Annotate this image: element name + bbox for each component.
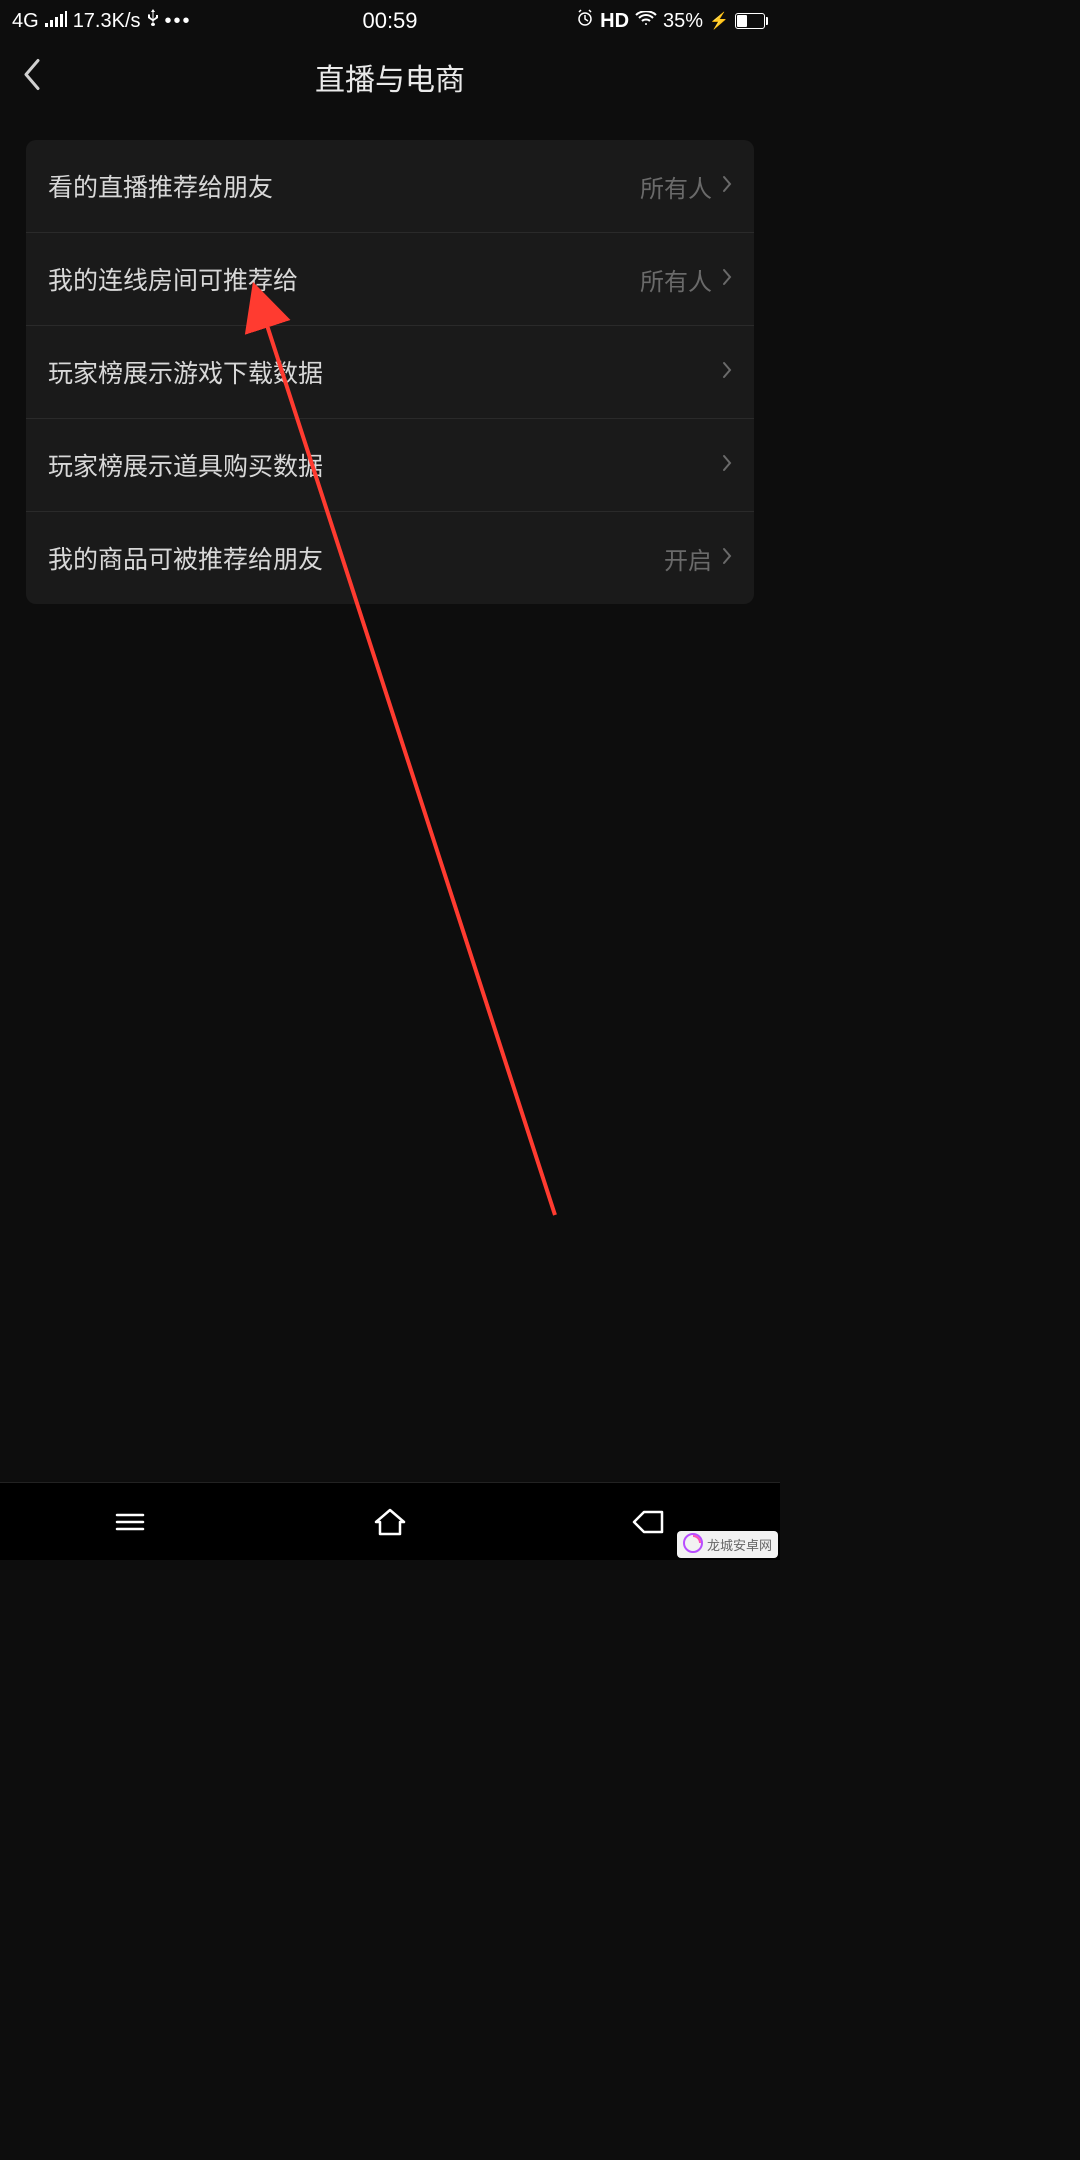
alarm-icon: [576, 9, 594, 33]
wifi-icon: [635, 10, 657, 33]
network-speed: 17.3K/s: [73, 10, 141, 33]
watermark: 龙城安卓网: [677, 1531, 778, 1558]
watermark-text: 龙城安卓网: [707, 1535, 772, 1554]
chevron-right-icon: [722, 547, 732, 569]
battery-icon: [735, 13, 768, 29]
status-time: 00:59: [362, 8, 417, 34]
chevron-right-icon: [722, 454, 732, 476]
setting-product-recommend-friends[interactable]: 我的商品可被推荐给朋友 开启: [26, 512, 754, 604]
setting-player-rank-purchase[interactable]: 玩家榜展示道具购买数据: [26, 419, 754, 512]
nav-recents-button[interactable]: [80, 1510, 180, 1534]
chevron-right-icon: [722, 268, 732, 290]
setting-value: 所有人: [640, 262, 712, 297]
charging-icon: ⚡: [709, 11, 729, 31]
setting-label: 我的商品可被推荐给朋友: [48, 540, 323, 576]
watermark-logo-icon: [683, 1533, 703, 1556]
status-right: HD 35% ⚡: [576, 9, 768, 33]
network-type: 4G: [12, 10, 39, 33]
setting-label: 玩家榜展示游戏下载数据: [48, 354, 323, 390]
status-left: 4G 17.3K/s •••: [12, 9, 192, 33]
more-icon: •••: [165, 10, 192, 33]
setting-live-recommend-friends[interactable]: 看的直播推荐给朋友 所有人: [26, 140, 754, 233]
setting-value: 开启: [664, 541, 712, 576]
battery-percent: 35%: [663, 10, 703, 33]
setting-connect-room-recommend[interactable]: 我的连线房间可推荐给 所有人: [26, 233, 754, 326]
back-button[interactable]: [22, 59, 42, 96]
app-header: 直播与电商: [0, 42, 780, 112]
setting-label: 看的直播推荐给朋友: [48, 168, 273, 204]
status-bar: 4G 17.3K/s ••• 00:59 HD: [0, 0, 780, 42]
settings-list: 看的直播推荐给朋友 所有人 我的连线房间可推荐给 所有人 玩家榜展示游戏下载数据…: [26, 140, 754, 604]
setting-label: 我的连线房间可推荐给: [48, 261, 298, 297]
signal-icon: [45, 10, 67, 33]
usb-icon: [147, 9, 159, 33]
setting-label: 玩家榜展示道具购买数据: [48, 447, 323, 483]
system-nav-bar: [0, 1482, 780, 1560]
page-title: 直播与电商: [315, 55, 465, 99]
chevron-right-icon: [722, 361, 732, 383]
setting-player-rank-download[interactable]: 玩家榜展示游戏下载数据: [26, 326, 754, 419]
chevron-right-icon: [722, 175, 732, 197]
setting-value: 所有人: [640, 169, 712, 204]
hd-label: HD: [600, 10, 629, 33]
nav-home-button[interactable]: [340, 1508, 440, 1536]
